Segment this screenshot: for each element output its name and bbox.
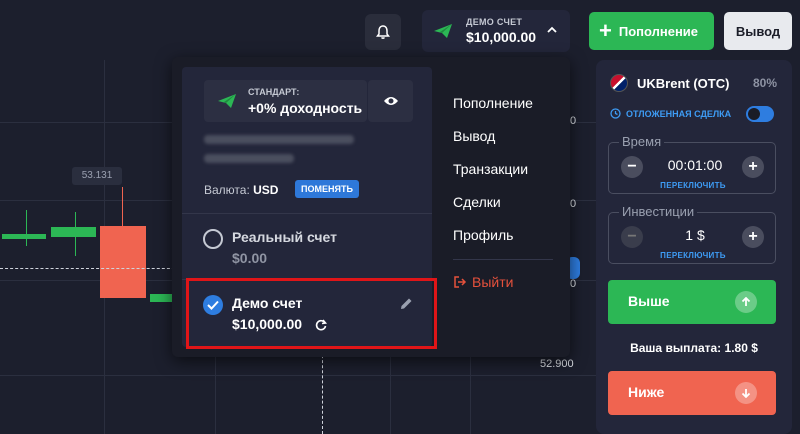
time-value[interactable]: 00:01:00 — [655, 157, 735, 173]
account-type: ДЕМО СЧЕТ — [466, 17, 523, 27]
deposit-button[interactable]: + Пополнение — [589, 12, 714, 50]
time-increase-button[interactable]: + — [742, 156, 764, 178]
bell-icon — [376, 25, 390, 39]
currency-value: USD — [253, 183, 279, 197]
menu-item-transactions[interactable]: Транзакции — [453, 161, 528, 177]
menu-item-deposit[interactable]: Пополнение — [453, 95, 533, 111]
time-switch-link[interactable]: ПЕРЕКЛЮЧИТЬ — [609, 181, 777, 190]
user-id-blurred — [204, 154, 294, 163]
currency-label: Валюта: — [204, 183, 250, 197]
logout-icon — [454, 276, 467, 288]
asset-selector[interactable]: UKBrent (OTC) — [610, 74, 729, 92]
highlight-box — [186, 278, 437, 349]
toggle-visibility-button[interactable] — [368, 80, 413, 122]
higher-label: Выше — [628, 293, 670, 309]
candle — [100, 226, 146, 298]
payout-row: Ваша выплата: 1.80 $ — [596, 341, 792, 355]
chevron-up-icon — [547, 26, 557, 33]
arrow-up-icon — [735, 291, 757, 313]
change-currency-button[interactable]: ПОМЕНЯТЬ — [295, 180, 359, 198]
asset-payout-percent: 80% — [753, 76, 778, 90]
arrow-down-icon — [735, 382, 757, 404]
payout-label: Ваша выплата: — [630, 341, 722, 355]
withdraw-button[interactable]: Вывод — [724, 12, 792, 50]
logout-label: Выйти — [472, 274, 514, 290]
account-balance: $10,000.00 — [466, 29, 537, 45]
candle — [51, 227, 96, 237]
account-selector[interactable]: ДЕМО СЧЕТ $10,000.00 — [422, 10, 570, 52]
investment-switch-link[interactable]: ПЕРЕКЛЮЧИТЬ — [609, 251, 777, 260]
logout-button[interactable]: Выйти — [453, 274, 513, 290]
plus-icon: + — [599, 18, 612, 43]
time-field: Время − 00:01:00 + ПЕРЕКЛЮЧИТЬ — [608, 134, 777, 194]
time-title: Время — [619, 134, 665, 149]
real-account-label: Реальный счет — [232, 229, 337, 245]
investment-increase-button[interactable]: + — [742, 226, 764, 248]
lower-button[interactable]: Ниже — [608, 371, 776, 415]
investment-field: Инвестиции − 1 $ + ПЕРЕКЛЮЧИТЬ — [608, 204, 777, 264]
axis-label: 0 — [570, 115, 577, 127]
currency-row: Валюта: USD — [204, 183, 278, 197]
notifications-button[interactable] — [365, 14, 401, 50]
time-decrease-button[interactable]: − — [621, 156, 643, 178]
candle-wick — [26, 210, 27, 246]
asset-name: UKBrent (OTC) — [637, 75, 730, 91]
email-blurred — [204, 135, 354, 144]
higher-button[interactable]: Выше — [608, 280, 776, 324]
pending-trade-row: ОТЛОЖЕННАЯ СДЕЛКА — [610, 108, 731, 119]
divider — [182, 213, 432, 214]
level-label: СТАНДАРТ: — [248, 87, 300, 97]
deposit-label: Пополнение — [618, 23, 699, 39]
menu-item-profile[interactable]: Профиль — [453, 227, 513, 243]
uk-flag-icon — [610, 74, 628, 92]
grid-line — [0, 375, 596, 376]
paper-plane-icon — [218, 94, 236, 108]
axis-label: 52.900 — [540, 358, 574, 370]
investment-title: Инвестиции — [619, 204, 698, 219]
paper-plane-icon — [434, 24, 452, 38]
lower-label: Ниже — [628, 384, 665, 400]
clock-icon — [610, 108, 621, 119]
divider — [453, 259, 553, 260]
expiry-line — [322, 350, 323, 434]
pending-label: ОТЛОЖЕННАЯ СДЕЛКА — [626, 108, 732, 119]
investment-value[interactable]: 1 $ — [655, 227, 735, 243]
account-dropdown: СТАНДАРТ: +0% доходность Валюта: USD ПОМ… — [172, 57, 570, 357]
trade-panel: UKBrent (OTC) 80% ОТЛОЖЕННАЯ СДЕЛКА Врем… — [596, 60, 792, 434]
current-price-line — [0, 268, 180, 269]
eye-icon — [383, 97, 398, 105]
investment-decrease-button[interactable]: − — [621, 226, 643, 248]
menu-item-trades[interactable]: Сделки — [453, 194, 501, 210]
pending-trade-toggle[interactable] — [746, 106, 774, 122]
menu-item-withdraw[interactable]: Вывод — [453, 128, 495, 144]
real-account-balance: $0.00 — [232, 250, 268, 266]
radio-unchecked-icon — [203, 229, 223, 249]
axis-label: 0 — [570, 198, 577, 210]
axis-label: 0 — [570, 278, 577, 290]
account-level-card[interactable]: СТАНДАРТ: +0% доходность — [204, 80, 367, 122]
price-tag: 53.131 — [72, 167, 122, 185]
payout-value: 1.80 $ — [724, 341, 758, 355]
candle — [2, 234, 46, 239]
level-value: +0% доходность — [248, 100, 363, 116]
